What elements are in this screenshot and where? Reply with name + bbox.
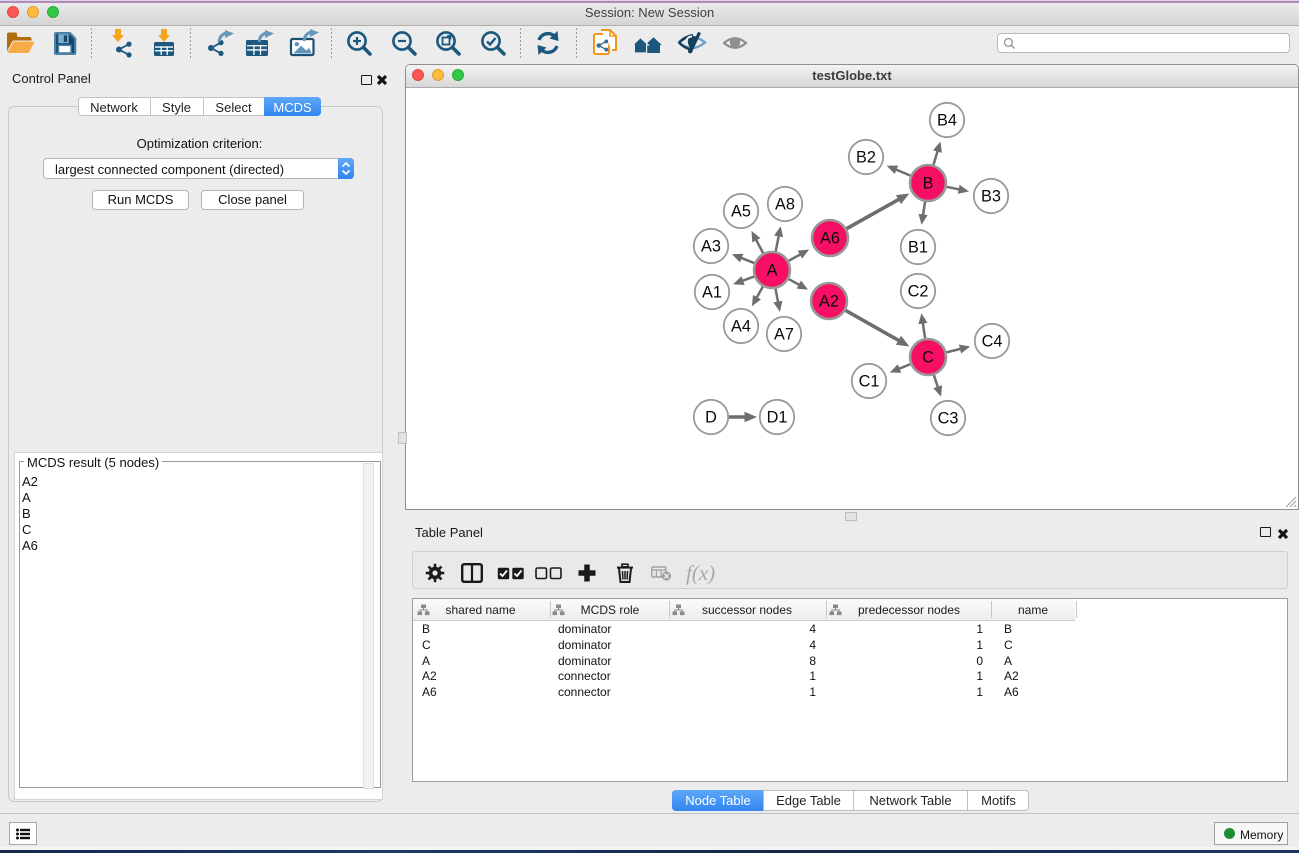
svg-text:B: B [923, 175, 934, 193]
svg-text:A7: A7 [774, 326, 794, 344]
svg-text:C3: C3 [938, 410, 959, 428]
svg-text:A5: A5 [731, 203, 751, 221]
svg-text:A3: A3 [701, 238, 721, 256]
svg-text:B1: B1 [908, 239, 928, 257]
svg-text:B3: B3 [981, 188, 1001, 206]
svg-text:D: D [705, 409, 717, 427]
svg-text:C1: C1 [859, 373, 880, 391]
svg-text:C4: C4 [982, 333, 1003, 351]
svg-text:A: A [767, 262, 778, 280]
svg-text:B2: B2 [856, 149, 876, 167]
svg-text:A8: A8 [775, 196, 795, 214]
svg-text:D1: D1 [767, 409, 788, 427]
svg-text:B4: B4 [937, 112, 957, 130]
svg-text:A6: A6 [820, 230, 840, 248]
svg-text:A2: A2 [819, 293, 839, 311]
svg-text:C: C [922, 349, 934, 367]
svg-text:C2: C2 [908, 283, 929, 301]
svg-text:A1: A1 [702, 284, 722, 302]
svg-text:A4: A4 [731, 318, 751, 336]
